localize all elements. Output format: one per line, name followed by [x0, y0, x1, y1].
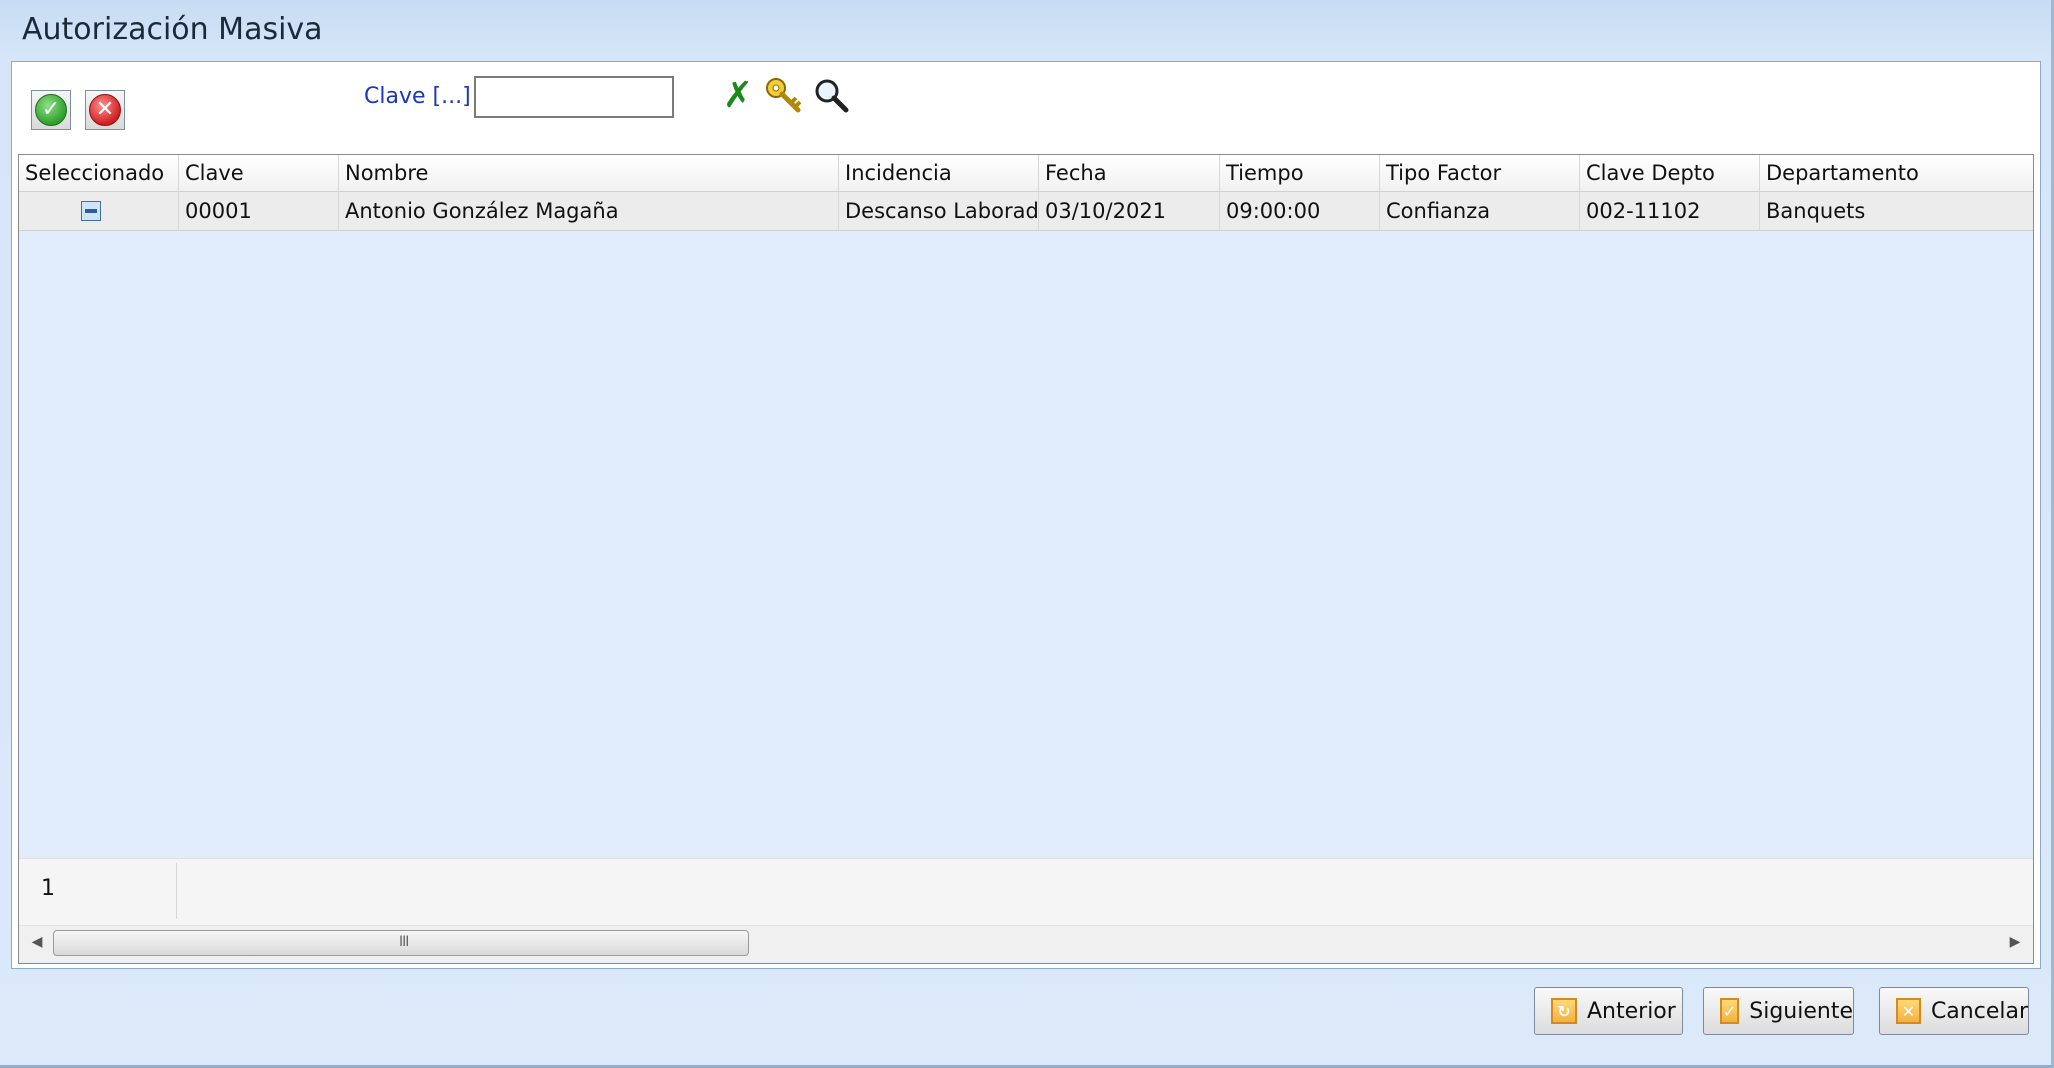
- cell-seleccionado[interactable]: [19, 192, 179, 230]
- cell-fecha: 03/10/2021: [1039, 192, 1220, 230]
- scrollbar-thumb[interactable]: III: [53, 930, 749, 956]
- siguiente-label: Siguiente: [1749, 998, 1853, 1024]
- horizontal-scrollbar[interactable]: ◀ III ▶: [19, 925, 2033, 962]
- clave-input[interactable]: [474, 76, 674, 118]
- table-row[interactable]: 00001 Antonio González Magaña Descanso L…: [19, 192, 2033, 231]
- cell-clave: 00001: [179, 192, 339, 230]
- check-circle-icon: ✓: [35, 94, 67, 126]
- scrollbar-grip: III: [399, 934, 409, 950]
- anterior-button[interactable]: ↻ Anterior: [1534, 987, 1683, 1035]
- scroll-right-icon[interactable]: ▶: [2005, 934, 2025, 950]
- column-header-clave-depto[interactable]: Clave Depto: [1580, 155, 1760, 191]
- column-header-incidencia[interactable]: Incidencia: [839, 155, 1039, 191]
- column-header-clave[interactable]: Clave: [179, 155, 339, 191]
- column-header-tiempo[interactable]: Tiempo: [1220, 155, 1380, 191]
- column-header-departamento[interactable]: Departamento: [1760, 155, 2033, 191]
- next-check-icon: ✓: [1720, 998, 1740, 1024]
- cell-departamento: Banquets: [1766, 199, 1866, 223]
- anterior-label: Anterior: [1587, 998, 1676, 1024]
- column-header-seleccionado[interactable]: Seleccionado: [19, 155, 179, 191]
- window-title: Autorización Masiva: [22, 12, 323, 47]
- main-panel: ✓ ✕ Clave [...] ✗ Seleccionado Clave Nom…: [11, 61, 2041, 969]
- key-icon[interactable]: [764, 76, 804, 120]
- row-count: 1: [41, 876, 55, 901]
- column-header-nombre[interactable]: Nombre: [339, 155, 839, 191]
- previous-icon: ↻: [1551, 998, 1577, 1024]
- cell-clave-depto: 002-11102: [1580, 192, 1760, 230]
- magnifier-icon[interactable]: [812, 76, 852, 120]
- footer-divider: [176, 863, 177, 919]
- cancel-icon: ✕: [1896, 998, 1921, 1024]
- grid-footer: 1: [19, 858, 2033, 925]
- siguiente-button[interactable]: ✓ Siguiente: [1703, 987, 1854, 1035]
- accept-button[interactable]: ✓: [31, 90, 71, 130]
- cell-tipo-factor: Confianza: [1380, 192, 1580, 230]
- cell-incidencia: Descanso Laborado: [839, 192, 1039, 230]
- clear-icon[interactable]: ✗: [720, 76, 756, 116]
- scroll-left-icon[interactable]: ◀: [27, 934, 47, 950]
- cancelar-label: Cancelar: [1930, 998, 2028, 1024]
- column-header-tipo-factor[interactable]: Tipo Factor: [1380, 155, 1580, 191]
- column-header-fecha[interactable]: Fecha: [1039, 155, 1220, 191]
- cell-tiempo: 09:00:00: [1220, 192, 1380, 230]
- grid-header: Seleccionado Clave Nombre Incidencia Fec…: [19, 155, 2033, 192]
- data-grid[interactable]: Seleccionado Clave Nombre Incidencia Fec…: [18, 154, 2034, 964]
- clave-lookup-link[interactable]: Clave [...]: [364, 84, 471, 109]
- x-circle-icon: ✕: [89, 94, 121, 126]
- window: Autorización Masiva ✓ ✕ Clave [...] ✗ Se…: [0, 0, 2054, 1068]
- cell-nombre: Antonio González Magaña: [339, 192, 839, 230]
- row-checkbox[interactable]: [81, 201, 101, 221]
- cancelar-button[interactable]: ✕ Cancelar: [1879, 987, 2029, 1035]
- reject-button[interactable]: ✕: [85, 90, 125, 130]
